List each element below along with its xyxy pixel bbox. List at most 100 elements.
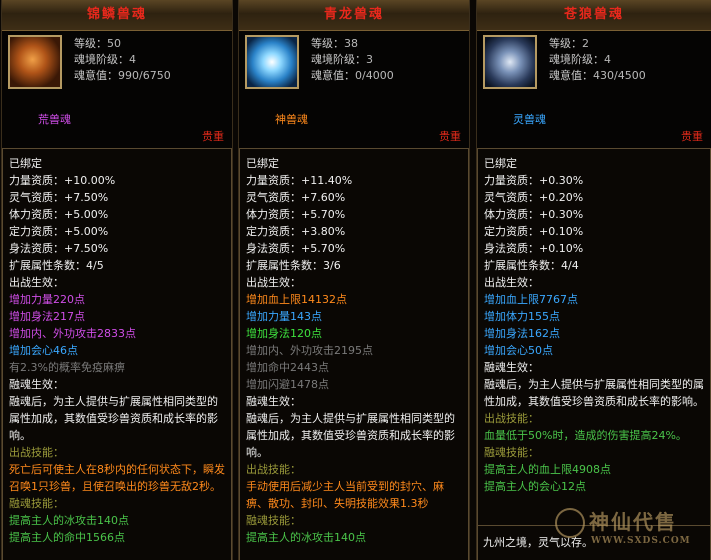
detail-line: 定力资质：+3.80%	[246, 225, 346, 238]
rank-row: 魂境阶级：4	[549, 53, 611, 66]
level-value: 50	[107, 37, 121, 50]
detail-line: 融魂生效：	[484, 361, 539, 374]
detail-line: 增加力量220点	[9, 293, 85, 306]
level-row: 等级：38	[311, 37, 358, 50]
fire-fish-soul-icon	[8, 35, 62, 89]
detail-line: 融魂技能：	[246, 514, 301, 527]
detail-line: 增加闪避1478点	[246, 378, 329, 391]
detail-line: 增加力量143点	[246, 310, 322, 323]
detail-line: 融魂技能：	[484, 446, 539, 459]
detail-line: 增加会心46点	[9, 344, 78, 357]
watermark: 神仙代售 WWW.SXDS.COM	[555, 506, 705, 556]
rank-row: 魂境阶级：4	[74, 53, 136, 66]
detail-line: 增加命中2443点	[246, 361, 329, 374]
detail-line: 扩展属性条数：4/4	[484, 259, 579, 272]
soul-kind-label: 神兽魂	[275, 113, 308, 126]
detail-line: 体力资质：+0.30%	[484, 208, 584, 221]
level-value: 38	[344, 37, 358, 50]
card-details: 已绑定力量资质：+0.30% 灵气资质：+0.20% 体力资质：+0.30% 定力资质…	[477, 148, 711, 560]
detail-line: 灵气资质：+7.50%	[9, 191, 109, 204]
soul-tooltips-page: 锦鳞兽魂 等级：50 魂境阶级：4 魂意值：990/6750 荒兽魂 贵重 已绑…	[0, 0, 711, 560]
will-value: 990/6750	[118, 69, 171, 82]
watermark-url: WWW.SXDS.COM	[591, 536, 691, 546]
rank-row: 魂境阶级：3	[311, 53, 373, 66]
rank-value: 4	[129, 53, 136, 66]
detail-line: 融魂生效：	[246, 395, 301, 408]
detail-line: 增加血上限14132点	[246, 293, 347, 306]
seal-icon	[555, 508, 585, 538]
detail-line: 出战技能：	[9, 446, 64, 459]
wolf-soul-icon	[483, 35, 537, 89]
detail-line: 融魂后，为主人提供与扩展属性相同类型的属性加成，其数值受珍兽资质和成长率的影响。	[484, 378, 704, 408]
level-row: 等级：50	[74, 37, 121, 50]
level-row: 等级：2	[549, 37, 589, 50]
detail-line: 力量资质：+10.00%	[9, 174, 116, 187]
detail-line: 增加内、外功攻击2195点	[246, 344, 373, 357]
detail-line: 出战生效：	[9, 276, 64, 289]
detail-line: 增加身法120点	[246, 327, 322, 340]
rarity-label: 贵重	[439, 130, 461, 143]
detail-line: 提高主人的冰攻击140点	[246, 531, 366, 544]
detail-line: 出战技能：	[484, 412, 539, 425]
dragon-soul-icon	[245, 35, 299, 89]
detail-line: 融魂后，为主人提供与扩展属性相同类型的属性加成，其数值受珍兽资质和成长率的影响。	[246, 412, 455, 459]
detail-line: 增加身法217点	[9, 310, 85, 323]
detail-line: 增加内、外功攻击2833点	[9, 327, 136, 340]
detail-line: 已绑定	[484, 157, 517, 170]
card-title: 苍狼兽魂	[477, 0, 711, 31]
detail-line: 提高主人的冰攻击140点	[9, 514, 129, 527]
detail-line: 增加会心50点	[484, 344, 553, 357]
will-row: 魂意值：990/6750	[74, 69, 171, 82]
detail-line: 血量低于50%时，造成的伤害提高24%。	[484, 429, 687, 442]
detail-line: 定力资质：+0.10%	[484, 225, 584, 238]
card-details: 已绑定 力量资质：+10.00% 灵气资质：+7.50% 体力资质：+5.00% 定力资…	[2, 148, 232, 560]
detail-line: 提高主人的血上限4908点	[484, 463, 611, 476]
rarity-label: 贵重	[681, 130, 703, 143]
detail-line: 身法资质：+0.10%	[484, 242, 584, 255]
will-value: 0/4000	[355, 69, 394, 82]
will-row: 魂意值：0/4000	[311, 69, 394, 82]
detail-line: 手动使用后减少主人当前受到的封穴、麻痹、散功、封印、失明技能效果1.3秒	[246, 480, 444, 510]
rank-value: 4	[604, 53, 611, 66]
will-value: 430/4500	[593, 69, 646, 82]
rank-value: 3	[366, 53, 373, 66]
detail-line: 灵气资质：+7.60%	[246, 191, 346, 204]
detail-line: 扩展属性条数：3/6	[246, 259, 341, 272]
card-title: 锦鳞兽魂	[2, 0, 232, 31]
detail-line: 出战生效：	[246, 276, 301, 289]
soul-kind-label: 荒兽魂	[38, 113, 71, 126]
detail-line: 提高主人的会心12点	[484, 480, 586, 493]
detail-line: 体力资质：+5.70%	[246, 208, 346, 221]
detail-line: 身法资质：+5.70%	[246, 242, 346, 255]
detail-line: 有2.3%的概率免疫麻痹	[9, 361, 125, 374]
rarity-label: 贵重	[202, 130, 224, 143]
detail-line: 融魂技能：	[9, 497, 64, 510]
card-header: 等级：2 魂境阶级：4 魂意值：430/4500 灵兽魂 贵重	[477, 31, 711, 149]
detail-line: 提高主人的命中1566点	[9, 531, 125, 544]
card-details: 已绑定力量资质：+11.40% 灵气资质：+7.60% 体力资质：+5.70% 定力资…	[239, 148, 469, 560]
card-header: 等级：50 魂境阶级：4 魂意值：990/6750 荒兽魂 贵重	[2, 31, 232, 149]
detail-line: 出战生效：	[484, 276, 539, 289]
beast-soul-card-jinlin: 锦鳞兽魂 等级：50 魂境阶级：4 魂意值：990/6750 荒兽魂 贵重 已绑…	[1, 0, 233, 560]
detail-line: 身法资质：+7.50%	[9, 242, 109, 255]
detail-line: 力量资质：+11.40%	[246, 174, 353, 187]
detail-line: 灵气资质：+0.20%	[484, 191, 584, 204]
detail-line: 已绑定	[246, 157, 279, 170]
soul-kind-label: 灵兽魂	[513, 113, 546, 126]
detail-line: 体力资质：+5.00%	[9, 208, 109, 221]
detail-line: 死亡后可使主人在8秒内的任何状态下，瞬发召唤1只珍兽，且使召唤出的珍兽无敌2秒。	[9, 463, 225, 493]
detail-line: 融魂后，为主人提供与扩展属性相同类型的属性加成，其数值受珍兽资质和成长率的影响。	[9, 395, 218, 442]
detail-line: 增加身法162点	[484, 327, 560, 340]
detail-line: 扩展属性条数：4/5	[9, 259, 104, 272]
detail-line: 已绑定	[9, 157, 42, 170]
detail-line: 增加血上限7767点	[484, 293, 578, 306]
card-title: 青龙兽魂	[239, 0, 469, 31]
beast-soul-card-qinglong: 青龙兽魂 等级：38 魂境阶级：3 魂意值：0/4000 神兽魂 贵重 已绑定力…	[238, 0, 470, 560]
level-value: 2	[582, 37, 589, 50]
will-row: 魂意值：430/4500	[549, 69, 646, 82]
beast-soul-card-canglang: 苍狼兽魂 等级：2 魂境阶级：4 魂意值：430/4500 灵兽魂 贵重 已绑定…	[476, 0, 711, 560]
detail-line: 融魂生效：	[9, 378, 64, 391]
detail-line: 出战技能：	[246, 463, 301, 476]
detail-line: 力量资质：+0.30%	[484, 174, 584, 187]
detail-line: 增加体力155点	[484, 310, 560, 323]
